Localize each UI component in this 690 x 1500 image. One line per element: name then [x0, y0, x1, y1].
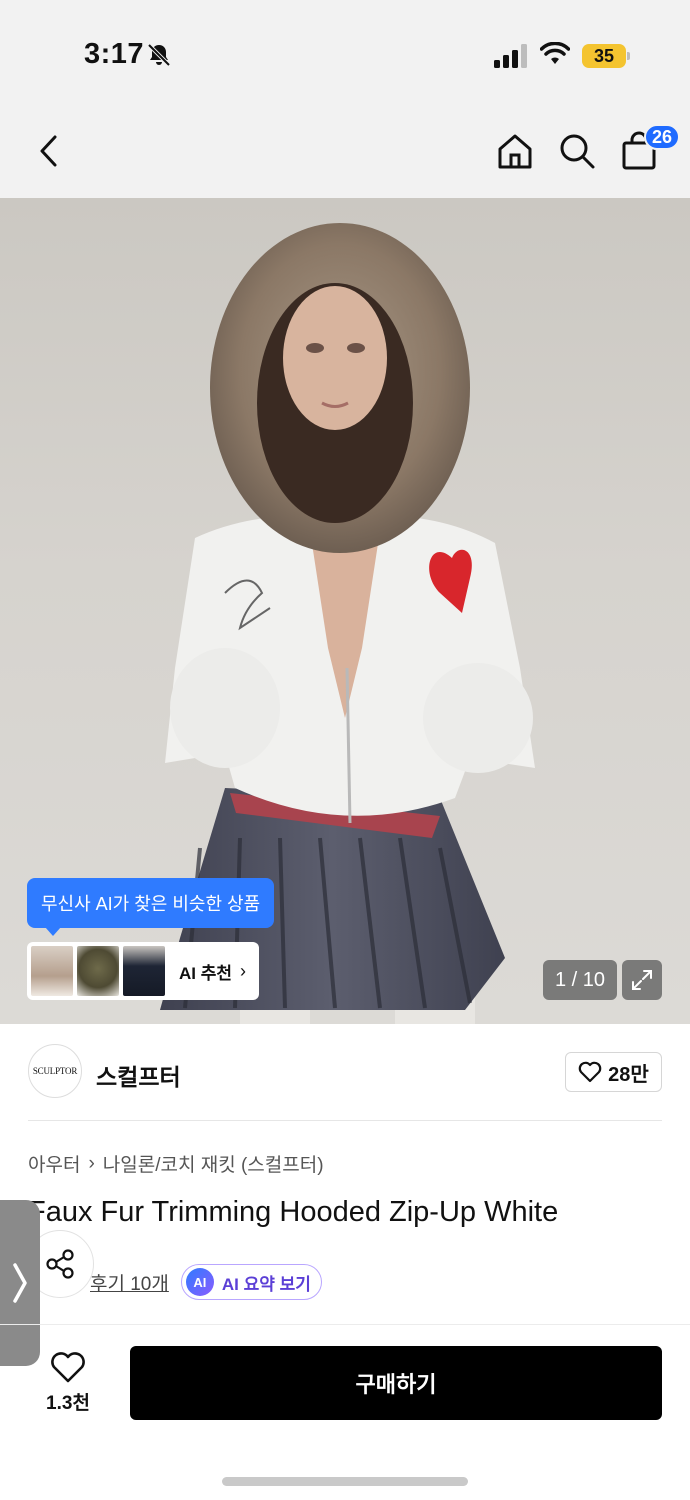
- search-button[interactable]: [554, 128, 600, 174]
- brand-like-button[interactable]: 28만: [565, 1052, 662, 1092]
- ai-reco-label: AI 추천: [179, 963, 233, 983]
- brand-like-count: 28만: [608, 1063, 649, 1086]
- divider: [28, 1120, 662, 1121]
- product-image-gallery[interactable]: 무신사 AI가 찾은 비슷한 상품 AI 추천 › 1 / 10: [0, 198, 690, 1024]
- ai-reco-thumbnail: [123, 946, 165, 996]
- brand-name[interactable]: 스컬프터: [96, 1058, 181, 1092]
- signal-icon: [494, 44, 527, 68]
- chevron-right-icon: [13, 1263, 27, 1303]
- wishlist-count: 1.3천: [46, 1392, 90, 1414]
- side-panel-handle[interactable]: [0, 1200, 40, 1366]
- home-icon: [498, 134, 532, 169]
- image-page-counter: 1 / 10: [543, 960, 617, 1000]
- divider: [0, 1324, 690, 1325]
- status-time: 3:17: [84, 38, 145, 70]
- expand-icon: [632, 970, 652, 990]
- breadcrumb-item[interactable]: 아우터: [28, 1150, 80, 1177]
- reviews-link[interactable]: 후기 10개: [90, 1269, 169, 1296]
- buy-button[interactable]: 구매하기: [130, 1346, 662, 1420]
- ai-similar-tooltip[interactable]: 무신사 AI가 찾은 비슷한 상품: [27, 878, 275, 936]
- nav-header: 26: [0, 104, 690, 198]
- heart-icon: [51, 1351, 85, 1382]
- expand-image-button[interactable]: [622, 960, 662, 1000]
- breadcrumb-item[interactable]: 나일론/코치 재킷 (스컬프터): [103, 1150, 324, 1177]
- bell-off-icon: [147, 43, 171, 67]
- cart-count-badge: 26: [643, 124, 680, 150]
- product-title: Faux Fur Trimming Hooded Zip-Up White: [28, 1196, 559, 1228]
- ai-badge-icon: AI: [185, 1268, 214, 1296]
- ai-summary-label: AI 요약 보기: [221, 1274, 311, 1294]
- home-button[interactable]: [492, 128, 538, 174]
- cart-button[interactable]: 26: [616, 124, 680, 174]
- wifi-icon: [540, 42, 570, 64]
- ai-reco-thumbnail: [31, 946, 73, 996]
- chevron-right-icon: ›: [88, 1152, 95, 1174]
- status-bar: 3:17 35: [0, 0, 690, 104]
- battery-level: 35: [582, 44, 626, 68]
- review-row: 후기 10개 AI AI 요약 보기: [90, 1264, 322, 1300]
- breadcrumb: 아우터 › 나일론/코치 재킷 (스컬프터): [28, 1150, 324, 1177]
- search-icon: [560, 134, 595, 169]
- chevron-left-icon: [40, 135, 57, 167]
- ai-summary-button[interactable]: AI AI 요약 보기: [180, 1264, 322, 1300]
- chevron-right-icon: ›: [240, 960, 247, 981]
- share-icon: [46, 1249, 74, 1279]
- brand-row[interactable]: SCULPTOR 스컬프터 28만: [0, 1024, 690, 1120]
- wishlist-button[interactable]: 1.3천: [28, 1346, 108, 1420]
- battery-icon: 35: [582, 44, 630, 68]
- brand-logo[interactable]: SCULPTOR: [28, 1044, 82, 1098]
- home-indicator: [222, 1477, 468, 1486]
- back-button[interactable]: [26, 128, 72, 174]
- ai-recommendation-button[interactable]: AI 추천 ›: [27, 942, 259, 1000]
- ai-reco-thumbnail: [77, 946, 119, 996]
- heart-icon: [578, 1061, 602, 1083]
